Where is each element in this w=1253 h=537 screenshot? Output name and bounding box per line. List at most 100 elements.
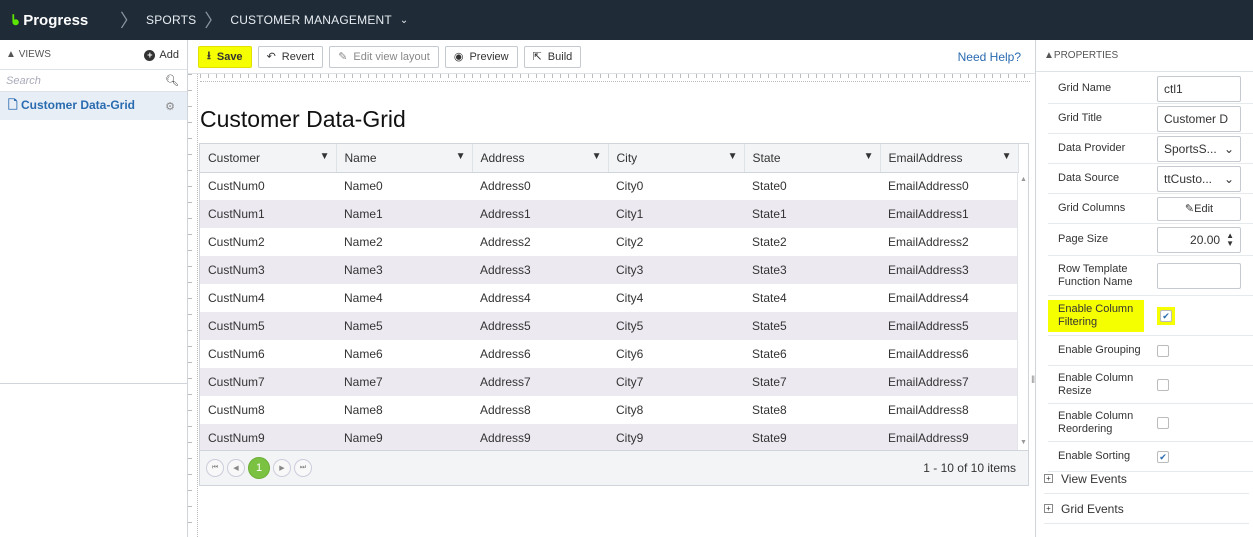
table-cell: State7 (744, 368, 880, 396)
data-source-select[interactable]: ttCusto... ⌄ (1157, 165, 1241, 192)
row-template-field[interactable] (1157, 262, 1241, 289)
filter-icon[interactable]: ▼ (320, 151, 330, 162)
grid-scrollbar[interactable]: ▲ ▼ (1017, 172, 1028, 450)
table-cell: City4 (616, 291, 644, 305)
edit-grid-columns-button[interactable]: ✎ Edit (1157, 196, 1241, 221)
last-page-icon[interactable]: ⏭ (294, 459, 312, 477)
table-cell: State4 (752, 291, 787, 305)
properties-panel: ▲ PROPERTIES Grid Name ctl1 Grid Title C… (1036, 40, 1253, 537)
views-title[interactable]: ▲ VIEWS (6, 49, 51, 60)
enable-grouping-checkbox[interactable] (1157, 344, 1169, 357)
edit-view-layout-button[interactable]: ✎ Edit view layout (329, 45, 439, 68)
table-cell: CustNum5 (200, 312, 336, 340)
prop-enable-column-resize: Enable Column Resize (1048, 366, 1253, 404)
current-page-button[interactable]: 1 (248, 457, 270, 479)
grid-table: Customer ▼ Name ▼ Address ▼ City ▼ State ▼ EmailAd… (200, 144, 1019, 452)
breadcrumb-customer-management[interactable]: CUSTOMER MANAGEMENT (230, 13, 392, 27)
prev-page-icon[interactable]: ◀ (227, 459, 245, 477)
progress-logo[interactable]: ᖲ Progress (0, 0, 112, 40)
table-row[interactable]: CustNum9 Name9 Address9 City9 State9 EmailAdd… (200, 424, 1018, 452)
view-item-customer-data-grid[interactable]: 🗋 Customer Data-Grid ⚙ (0, 92, 187, 120)
table-cell: EmailAddress4 (888, 291, 969, 305)
search-icon[interactable]: 🔍︎ (165, 74, 179, 87)
grid-title: Customer Data-Grid (200, 106, 406, 132)
prop-grid-name: Grid Name ctl1 (1048, 74, 1253, 104)
top-bar: ᖲ Progress 〉 SPORTS 〉 CUSTOMER MANAGEMEN… (0, 0, 1253, 40)
breadcrumb-sports[interactable]: SPORTS (146, 13, 196, 27)
breadcrumb-separator-icon: 〉 (204, 11, 223, 31)
enable-sorting-checkbox[interactable]: ✔ (1157, 450, 1169, 463)
filter-icon[interactable]: ▼ (592, 151, 602, 162)
table-cell: City3 (608, 256, 744, 284)
table-row[interactable]: CustNum2 Name2 Address2 City2 State2 EmailAdd… (200, 228, 1018, 256)
table-cell: Name1 (336, 200, 472, 228)
table-row[interactable]: CustNum7 Name7 Address7 City7 State7 EmailAdd… (200, 368, 1018, 396)
prop-grid-title: Grid Title Customer D (1048, 104, 1253, 134)
table-row[interactable]: CustNum4 Name4 Address4 City4 State4 EmailAdd… (200, 284, 1018, 312)
page-size-stepper[interactable]: 20.00 ▲ ▼ (1157, 226, 1241, 253)
add-view-button[interactable]: + Add (144, 49, 179, 61)
grid-title-field[interactable]: Customer D (1157, 105, 1241, 132)
stepper-arrows-icon[interactable]: ▲ ▼ (1226, 231, 1234, 248)
views-header: ▲ VIEWS + Add (0, 40, 187, 70)
filter-icon[interactable]: ▼ (728, 151, 738, 162)
expand-plus-icon: + (1044, 504, 1053, 513)
table-row[interactable]: CustNum5 Name5 Address5 City5 State5 EmailAdd… (200, 312, 1018, 340)
table-cell: CustNum3 (200, 256, 336, 284)
enable-column-reordering-checkbox[interactable] (1157, 416, 1169, 429)
table-cell: EmailAddress0 (888, 179, 969, 194)
column-header[interactable]: Address ▼ (472, 144, 609, 173)
column-header[interactable]: EmailAddress ▼ (880, 144, 1019, 173)
properties-header[interactable]: ▲ PROPERTIES (1036, 40, 1253, 72)
filter-icon[interactable]: ▼ (864, 151, 874, 162)
grid-name-field[interactable]: ctl1 (1157, 75, 1241, 102)
column-header[interactable]: City ▼ (608, 144, 745, 173)
first-page-icon[interactable]: ⏮ (206, 459, 224, 477)
table-cell: Name9 (336, 424, 472, 452)
prop-enable-column-filtering: Enable Column Filtering ✔ (1048, 296, 1253, 336)
need-help-link[interactable]: Need Help? (958, 50, 1021, 64)
table-cell: EmailAddress5 (880, 312, 1018, 340)
prop-data-provider: Data Provider SportsS... ⌄ (1048, 134, 1253, 164)
column-header[interactable]: State ▼ (744, 144, 881, 173)
next-page-icon[interactable]: ▶ (273, 459, 291, 477)
table-row[interactable]: CustNum6 Name6 Address6 City6 State6 EmailAdd… (200, 340, 1018, 368)
table-cell: Address6 (480, 347, 531, 361)
table-row[interactable]: CustNum0 Name0 Address0 City0 State0 EmailAdd… (200, 172, 1018, 200)
view-events-section[interactable]: + View Events (1044, 464, 1249, 494)
table-cell: City0 (616, 179, 644, 194)
column-header[interactable]: Name ▼ (336, 144, 473, 173)
table-row[interactable]: CustNum8 Name8 Address8 City8 State8 EmailAdd… (200, 396, 1018, 424)
table-row[interactable]: CustNum1 Name1 Address1 City1 State1 EmailAdd… (200, 200, 1018, 228)
table-cell: State5 (744, 312, 880, 340)
data-provider-select[interactable]: SportsS... ⌄ (1157, 135, 1241, 162)
save-button[interactable]: ⭳ Save (198, 45, 252, 68)
splitter-grip-icon[interactable]: ‖ (1031, 375, 1035, 386)
undo-arrow-icon: ↶ (266, 51, 276, 63)
breadcrumb-separator-icon: 〉 (120, 11, 138, 31)
revert-button[interactable]: ↶ Revert (257, 45, 324, 68)
filter-icon[interactable]: ▼ (1002, 151, 1012, 162)
table-cell: Address2 (480, 235, 531, 249)
preview-button[interactable]: ◉ Preview (444, 45, 518, 68)
table-row[interactable]: CustNum3 Name3 Address3 City3 State3 EmailAdd… (200, 256, 1018, 284)
enable-column-resize-checkbox[interactable] (1157, 378, 1169, 391)
scroll-up-icon[interactable]: ▲ (1020, 176, 1027, 183)
enable-column-filtering-checkbox[interactable]: ✔ (1160, 309, 1172, 322)
gear-icon[interactable]: ⚙ (165, 100, 175, 113)
column-header[interactable]: Customer ▼ (200, 144, 337, 173)
table-cell: CustNum4 (208, 291, 265, 305)
collapse-triangle-icon: ▲ (1044, 50, 1054, 61)
scroll-down-icon[interactable]: ▼ (1020, 439, 1027, 446)
build-button[interactable]: ⇱ Build (523, 45, 582, 68)
grid-events-section[interactable]: + Grid Events (1044, 494, 1249, 524)
grid-pager: ⏮ ◀ 1 ▶ ⏭ 1 - 10 of 10 items (200, 450, 1028, 485)
table-cell: CustNum8 (208, 403, 265, 417)
table-cell: CustNum7 (200, 368, 336, 396)
views-search-input[interactable]: Search 🔍︎ (0, 70, 187, 92)
edit-icon: ✎ (1184, 203, 1195, 215)
filter-icon[interactable]: ▼ (456, 151, 466, 162)
chevron-down-icon[interactable]: ⌄ (400, 15, 408, 26)
table-cell: Name0 (344, 179, 383, 194)
expand-plus-icon: + (1044, 474, 1053, 483)
